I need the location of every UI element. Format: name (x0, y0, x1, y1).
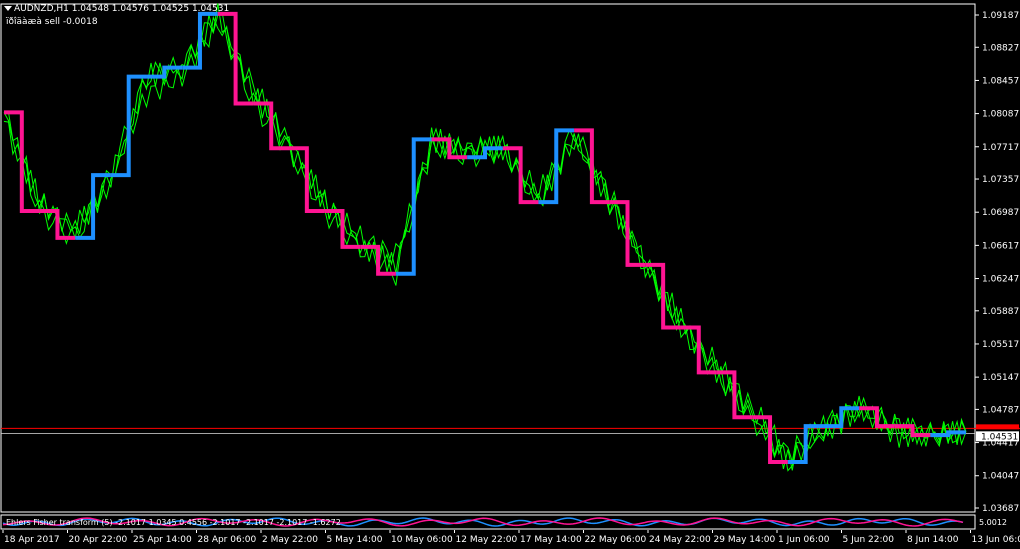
indicator-label: ïðîäàæà sell -0.0018 (6, 17, 98, 27)
trend-step-segment (538, 128, 575, 205)
price-tick-label: 1.05517 (982, 340, 1019, 350)
time-tick-label: 13 Jun 06:00 (972, 535, 1020, 545)
trend-step-segment (859, 406, 895, 429)
price-tick-label: 1.06987 (982, 208, 1019, 218)
time-tick-label: 18 Apr 2017 (4, 535, 60, 545)
time-tick-label: 25 Apr 14:00 (133, 535, 192, 545)
time-tick-label: 1 Jun 06:00 (778, 535, 830, 545)
trend-step-segment (716, 370, 753, 420)
price-tick-label: 1.08827 (982, 43, 1019, 53)
current-price-label: 1.04531 (981, 432, 1018, 442)
price-series-line (3, 3, 967, 471)
price-tick-label: 1.08087 (982, 110, 1019, 120)
price-tick-label: 1.09187 (982, 11, 1019, 21)
sub-axis-label: 5.0012 (979, 518, 1007, 527)
main-plot-frame (0, 3, 976, 513)
price-tick-label: 1.07717 (982, 143, 1019, 153)
trend-step-segment (217, 11, 254, 106)
price-tick-label: 1.06247 (982, 275, 1019, 285)
price-tick-label: 1.04787 (982, 405, 1019, 415)
trend-step-segment (502, 146, 539, 205)
price-chart[interactable]: 1.09187 1.08827 1.08457 1.08087 1.07717 1.073… (0, 0, 1020, 549)
price-tick-label: 1.07357 (982, 175, 1019, 185)
time-tick-label: 10 May 06:00 (391, 535, 453, 545)
trend-step-segment (752, 415, 788, 465)
time-tick-label: 22 May 06:00 (585, 535, 647, 545)
price-tick-label: 1.04047 (982, 472, 1019, 482)
symbol-info: AUDNZD,H1 1.04548 1.04576 1.04525 1.0453… (14, 4, 230, 14)
time-tick-label: 17 May 14:00 (520, 535, 582, 545)
price-tick-label: 1.05887 (982, 307, 1019, 317)
time-tick-label: 24 May 22:00 (649, 535, 711, 545)
time-tick-label: 5 Jun 22:00 (843, 535, 895, 545)
price-tick-label: 1.08457 (982, 76, 1019, 86)
time-tick-label: 8 Jun 14:00 (907, 535, 959, 545)
time-tick-label: 20 Apr 22:00 (69, 535, 128, 545)
trend-step-segment (395, 137, 432, 276)
trend-step-segment (894, 424, 931, 438)
price-tick-label: 1.03687 (982, 504, 1019, 514)
time-tick-label: 2 May 22:00 (262, 535, 318, 545)
symbol-dropdown-icon[interactable] (4, 6, 12, 11)
time-tick-label: 28 Apr 06:00 (198, 535, 257, 545)
time-tick-label: 29 May 14:00 (714, 535, 776, 545)
subwindow-indicator-label: Ehlers Fisher transform (5) -2.1017 1.03… (6, 518, 341, 527)
time-tick-label: 12 May 22:00 (456, 535, 518, 545)
trend-step-segment (110, 74, 147, 178)
price-tick-label: 1.05147 (982, 373, 1019, 383)
price-tick-label: 1.06617 (982, 241, 1019, 251)
time-tick-label: 5 May 14:00 (327, 535, 383, 545)
bid-price-tag (976, 424, 1019, 430)
